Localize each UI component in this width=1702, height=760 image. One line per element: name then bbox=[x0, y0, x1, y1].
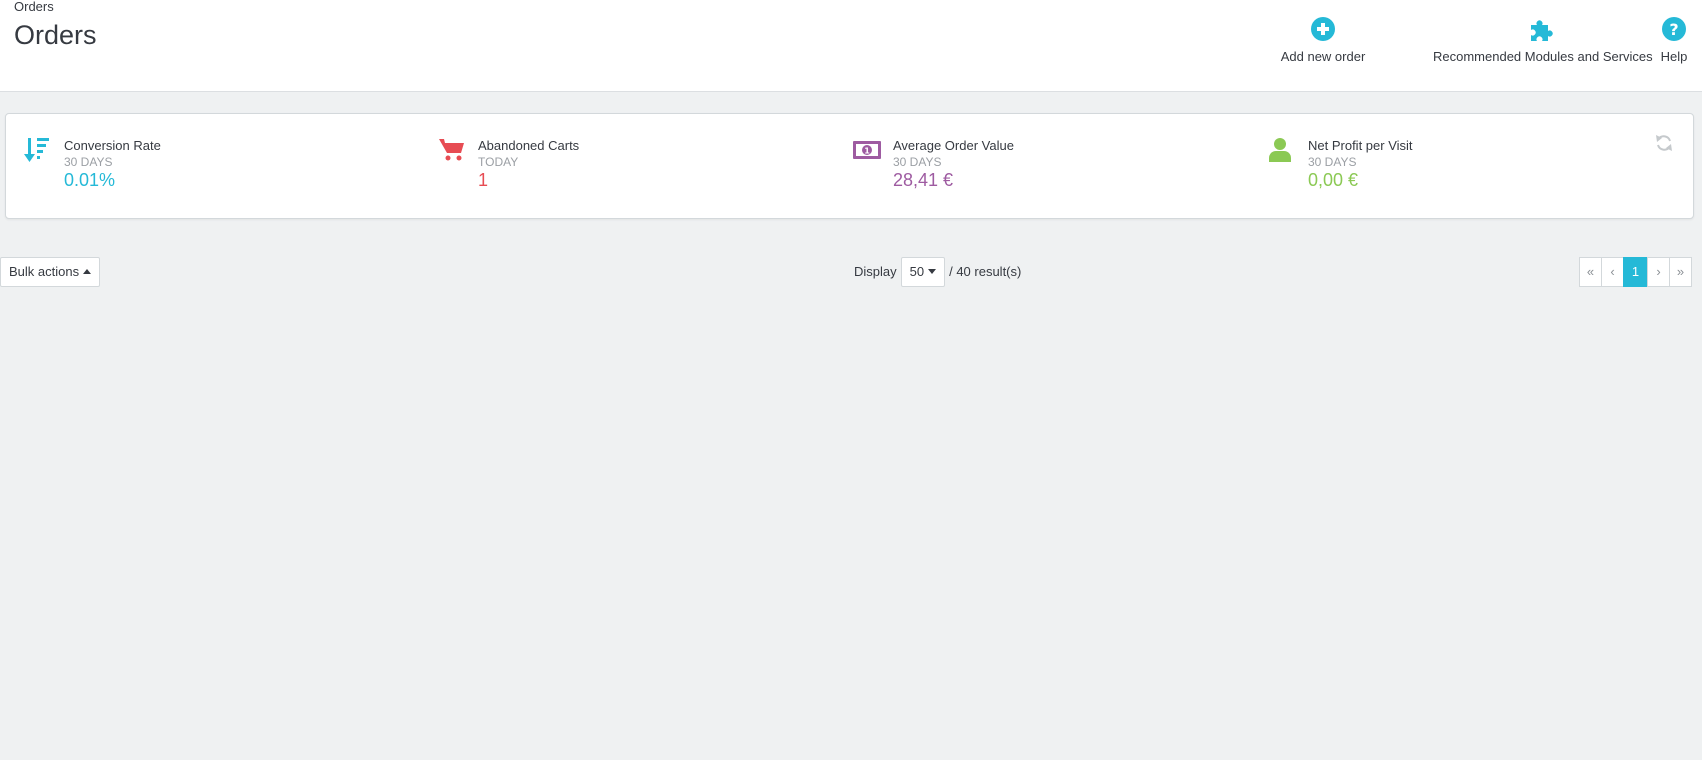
kpi-title: Abandoned Carts bbox=[478, 138, 580, 153]
caret-up-icon bbox=[83, 269, 92, 274]
page-title: Orders bbox=[14, 20, 97, 50]
bulk-actions-label: Bulk actions bbox=[9, 264, 80, 279]
kpi-title: Net Profit per Visit bbox=[1308, 138, 1413, 153]
svg-text:1: 1 bbox=[864, 147, 870, 156]
kpi-average-order-value[interactable]: 1 Average Order Value 30 DAYS 28,41 € bbox=[853, 132, 1233, 202]
kpi-conversion-rate[interactable]: Conversion Rate 30 DAYS 0.01% bbox=[24, 132, 404, 202]
breadcrumb[interactable]: Orders bbox=[14, 0, 54, 14]
kpi-period: 30 DAYS bbox=[1308, 155, 1357, 169]
per-page-value: 50 bbox=[909, 264, 925, 279]
help-button[interactable]: ? Help bbox=[1659, 16, 1689, 64]
kpi-title: Average Order Value bbox=[893, 138, 1014, 153]
puzzle-icon bbox=[1531, 20, 1553, 41]
question-circle-icon: ? bbox=[1662, 17, 1686, 41]
recommended-modules-button[interactable]: Recommended Modules and Services bbox=[1433, 16, 1653, 64]
bulk-actions-button[interactable]: Bulk actions bbox=[0, 257, 101, 287]
per-page-select[interactable]: 50 bbox=[900, 257, 946, 287]
pagination: « ‹ 1 › » bbox=[1579, 257, 1692, 287]
kpi-value: 0.01% bbox=[64, 170, 116, 190]
refresh-icon[interactable] bbox=[1655, 134, 1673, 152]
svg-text:?: ? bbox=[1669, 20, 1678, 39]
help-label: Help bbox=[1660, 49, 1688, 64]
recommended-modules-label: Recommended Modules and Services bbox=[1433, 49, 1653, 64]
display-label: Display bbox=[854, 264, 897, 279]
sort-amount-down-icon bbox=[24, 138, 49, 162]
page-1-button[interactable]: 1 bbox=[1623, 257, 1648, 287]
kpi-value: 0,00 € bbox=[1308, 170, 1359, 190]
plus-circle-icon bbox=[1311, 17, 1335, 41]
money-icon: 1 bbox=[853, 141, 881, 159]
prev-page-button[interactable]: ‹ bbox=[1601, 257, 1624, 287]
kpi-period: 30 DAYS bbox=[893, 155, 942, 169]
kpi-value: 28,41 € bbox=[893, 170, 954, 190]
add-new-order-button[interactable]: Add new order bbox=[1278, 16, 1368, 64]
kpi-title: Conversion Rate bbox=[64, 138, 161, 153]
pagination-display: Display 50 / 40 result(s) bbox=[854, 257, 1021, 287]
add-new-order-label: Add new order bbox=[1280, 49, 1366, 64]
kpi-value: 1 bbox=[478, 170, 489, 190]
results-count: / 40 result(s) bbox=[949, 264, 1022, 279]
shopping-cart-icon bbox=[439, 139, 464, 161]
caret-down-icon bbox=[928, 269, 937, 274]
kpi-abandoned-carts[interactable]: Abandoned Carts TODAY 1 bbox=[438, 132, 818, 202]
first-page-button[interactable]: « bbox=[1579, 257, 1602, 287]
page-header: Orders Orders Add new order Recommended … bbox=[0, 0, 1702, 92]
kpi-period: TODAY bbox=[478, 155, 519, 169]
kpi-net-profit-per-visit[interactable]: Net Profit per Visit 30 DAYS 0,00 € bbox=[1268, 132, 1648, 202]
last-page-button[interactable]: » bbox=[1669, 257, 1692, 287]
kpi-period: 30 DAYS bbox=[64, 155, 113, 169]
user-icon bbox=[1269, 138, 1291, 162]
next-page-button[interactable]: › bbox=[1647, 257, 1670, 287]
kpi-panel: Conversion Rate 30 DAYS 0.01% Abandoned … bbox=[5, 113, 1694, 219]
